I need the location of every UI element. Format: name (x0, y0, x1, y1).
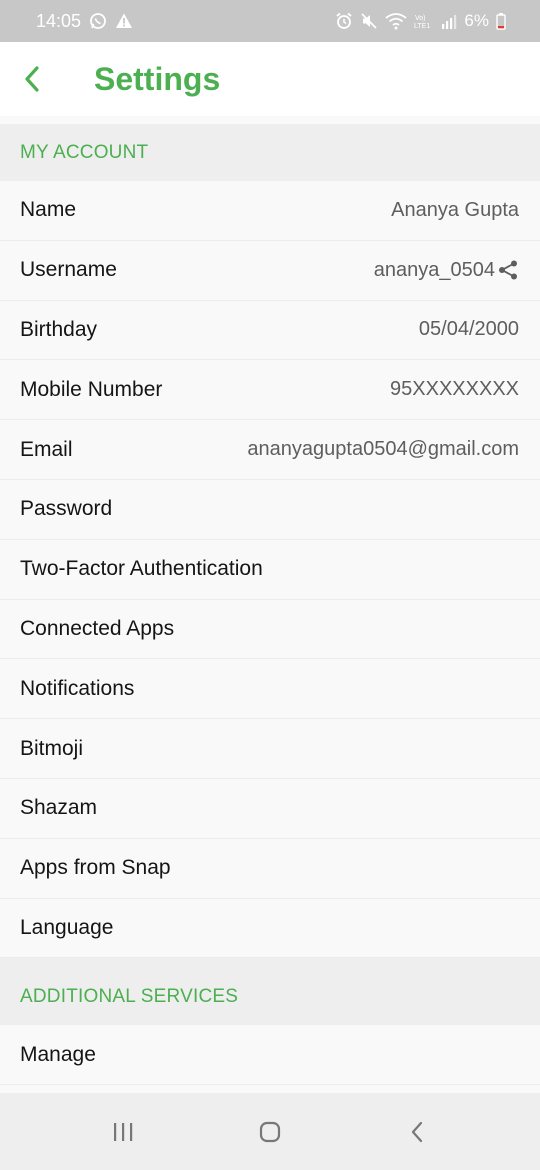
page-title: Settings (94, 60, 221, 97)
row-label: Connected Apps (20, 616, 175, 640)
settings-row-birthday[interactable]: Birthday 05/04/2000 (0, 300, 540, 361)
settings-list: MY ACCOUNT Name Ananya Gupta Username an… (0, 124, 540, 1086)
battery-icon (496, 12, 506, 30)
row-label: Shazam (20, 796, 98, 820)
row-value-wrap: ananya_0504 (374, 259, 519, 282)
row-label: Username (20, 258, 117, 282)
back-button[interactable] (14, 61, 50, 97)
row-label: Apps from Snap (20, 856, 171, 880)
warning-icon (115, 12, 133, 30)
row-label: Mobile Number (20, 377, 163, 401)
row-label: Manage (20, 1042, 96, 1066)
system-nav-bar (0, 1093, 540, 1170)
status-time: 14:05 (36, 10, 82, 31)
section-header-my-account: MY ACCOUNT (0, 124, 540, 181)
settings-row-connected-apps[interactable]: Connected Apps (0, 599, 540, 660)
whatsapp-icon (89, 12, 107, 30)
row-label: Birthday (20, 317, 98, 341)
section-header-additional-services: ADDITIONAL SERVICES (0, 968, 540, 1026)
back-arrow-icon (25, 66, 39, 92)
section-divider (0, 958, 540, 969)
home-button[interactable] (240, 1102, 300, 1162)
status-right: Vo) LTE1 6% (335, 11, 506, 31)
recent-apps-icon (114, 1122, 133, 1141)
settings-row-manage[interactable]: Manage (0, 1025, 540, 1086)
status-bar: 14:05 Vo) LTE1 6% (0, 0, 540, 42)
row-label: Bitmoji (20, 736, 84, 760)
svg-text:Vo): Vo) (415, 15, 426, 22)
row-value: Ananya Gupta (391, 198, 519, 221)
home-icon (259, 1121, 281, 1142)
header: Settings (0, 42, 540, 116)
settings-row-apps-from-snap[interactable]: Apps from Snap (0, 838, 540, 899)
settings-row-username[interactable]: Username ananya_0504 (0, 240, 540, 301)
row-value: 05/04/2000 (418, 318, 519, 341)
back-icon (411, 1121, 422, 1142)
row-value: 95XXXXXXXX (390, 378, 519, 401)
status-left: 14:05 (36, 11, 133, 32)
row-label: Two-Factor Authentication (20, 557, 263, 581)
settings-row-shazam[interactable]: Shazam (0, 778, 540, 839)
settings-row-two-factor[interactable]: Two-Factor Authentication (0, 539, 540, 600)
row-label: Notifications (20, 676, 135, 700)
recent-apps-button[interactable] (93, 1102, 153, 1162)
volte-icon: Vo) LTE1 (414, 12, 434, 30)
row-label: Email (20, 437, 73, 461)
row-value: ananya_0504 (373, 258, 495, 281)
settings-row-email[interactable]: Email ananyagupta0504@gmail.com (0, 420, 540, 480)
system-back-button[interactable] (387, 1102, 447, 1162)
signal-icon (441, 12, 457, 30)
settings-row-password[interactable]: Password (0, 479, 540, 540)
share-icon[interactable] (497, 259, 519, 281)
row-label: Name (20, 198, 77, 222)
settings-row-language[interactable]: Language (0, 898, 540, 959)
settings-row-mobile-number[interactable]: Mobile Number 95XXXXXXXX (0, 360, 540, 421)
wifi-icon (385, 12, 407, 30)
row-value: ananyagupta0504@gmail.com (247, 438, 519, 461)
settings-row-bitmoji[interactable]: Bitmoji (0, 719, 540, 779)
settings-row-notifications[interactable]: Notifications (0, 659, 540, 720)
battery-percent: 6% (464, 11, 489, 30)
row-label: Language (20, 915, 114, 939)
settings-row-name[interactable]: Name Ananya Gupta (0, 181, 540, 241)
mute-icon (360, 12, 378, 30)
svg-text:LTE1: LTE1 (414, 23, 430, 30)
row-label: Password (20, 497, 113, 521)
alarm-icon (335, 12, 353, 30)
